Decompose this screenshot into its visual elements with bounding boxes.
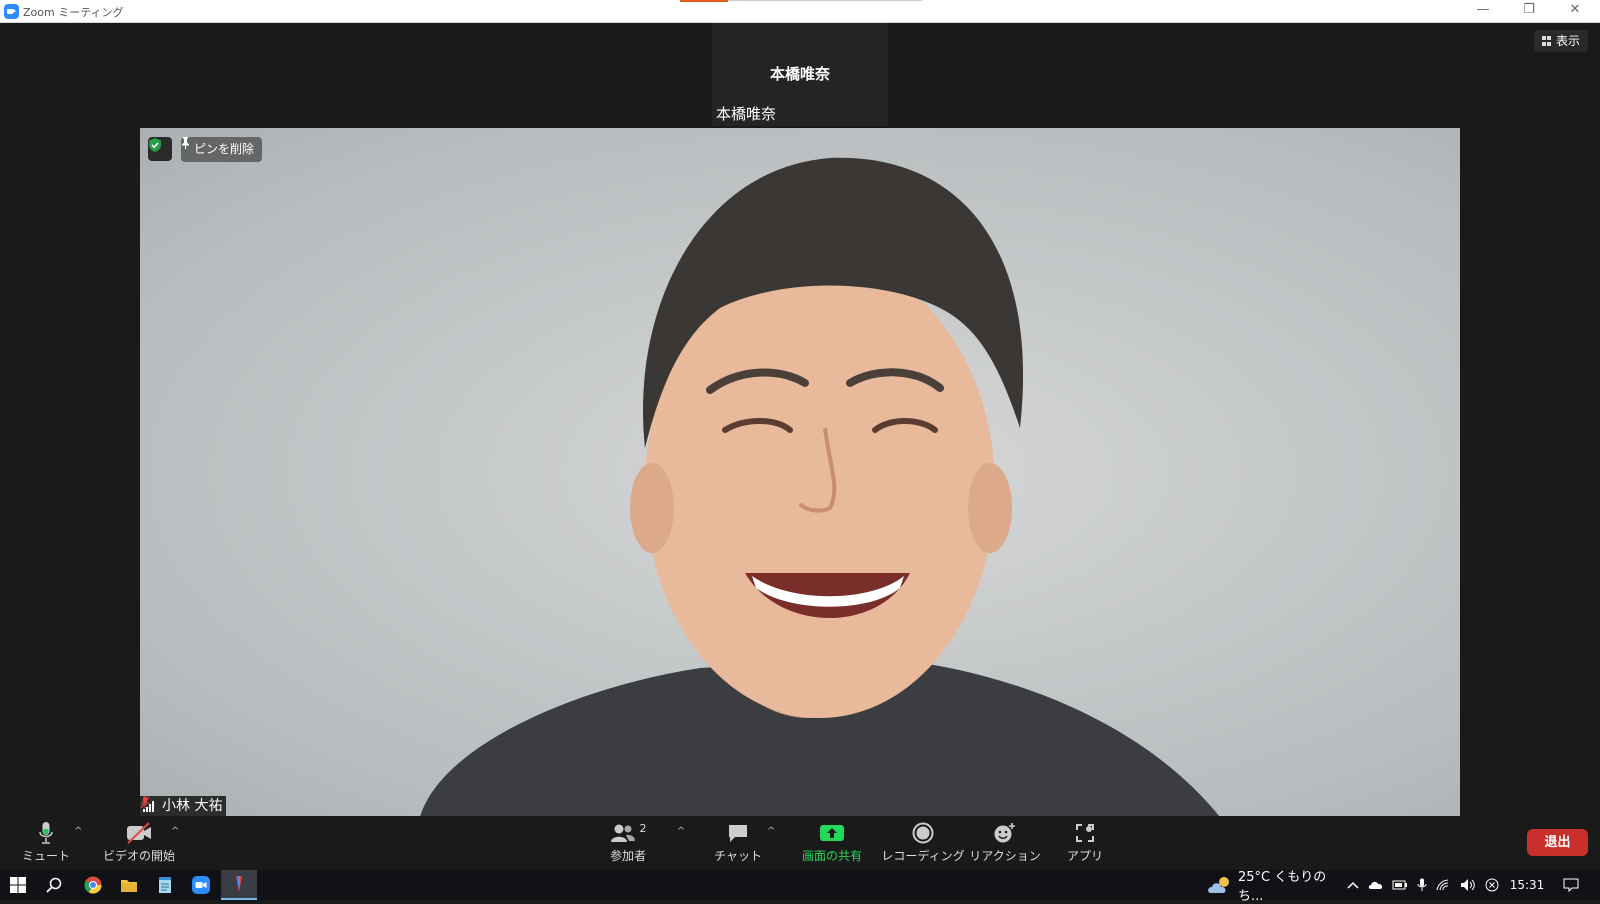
participants-label: 参加者 bbox=[609, 849, 646, 863]
zoom-app-icon bbox=[4, 4, 19, 19]
video-options-caret-icon[interactable]: ^ bbox=[171, 826, 179, 837]
search-icon bbox=[46, 877, 62, 893]
zoom-icon bbox=[192, 876, 210, 894]
video-frame-person bbox=[420, 157, 1220, 817]
participants-options-caret-icon[interactable]: ^ bbox=[677, 826, 685, 837]
minimize-button[interactable]: — bbox=[1460, 0, 1506, 22]
onedrive-cloud-icon[interactable] bbox=[1366, 870, 1386, 900]
meeting-area: 本橋唯奈 本橋唯奈 表示 ピンを削除 小林 大祐 bbox=[0, 23, 1600, 817]
participants-icon: 2 bbox=[610, 820, 647, 846]
view-button[interactable]: 表示 bbox=[1533, 30, 1588, 52]
microphone-icon bbox=[38, 820, 54, 846]
chrome-icon bbox=[84, 876, 102, 894]
participant-tile-label: 本橋唯奈 bbox=[716, 105, 777, 123]
mute-label: ミュート bbox=[22, 849, 71, 863]
participant-name-tag: 小林 大祐 bbox=[140, 796, 227, 817]
share-screen-button[interactable]: 画面の共有 bbox=[800, 820, 864, 864]
notepad-icon bbox=[159, 877, 171, 893]
folder-icon bbox=[121, 880, 137, 892]
taskbar-file-explorer[interactable] bbox=[111, 870, 147, 900]
start-video-label: ビデオの開始 bbox=[103, 849, 176, 863]
battery-icon[interactable] bbox=[1390, 870, 1410, 900]
share-screen-label: 画面の共有 bbox=[801, 849, 862, 863]
apps-icon bbox=[1074, 820, 1096, 846]
participants-count: 2 bbox=[639, 821, 647, 835]
windows-start-button[interactable] bbox=[0, 870, 36, 900]
taskbar-notepad[interactable] bbox=[147, 870, 183, 900]
unpin-label: ピンを削除 bbox=[194, 142, 255, 156]
taskbar-search-button[interactable] bbox=[36, 870, 72, 900]
weather-icon bbox=[1205, 870, 1235, 900]
wifi-icon[interactable] bbox=[1434, 870, 1454, 900]
start-video-button[interactable]: ビデオの開始 bbox=[103, 820, 176, 864]
reactions-button[interactable]: リアクション bbox=[969, 820, 1041, 864]
pen-app-icon bbox=[236, 876, 242, 892]
leave-meeting-button[interactable]: 退出 bbox=[1527, 829, 1588, 856]
audio-options-caret-icon[interactable]: ^ bbox=[74, 826, 82, 837]
smiley-plus-icon bbox=[993, 820, 1017, 846]
mute-button[interactable]: ミュート bbox=[22, 820, 71, 864]
encryption-shield-icon[interactable] bbox=[148, 137, 172, 161]
participant-name: 小林 大祐 bbox=[162, 798, 223, 814]
weather-text[interactable]: 25°C くもりのち... bbox=[1238, 870, 1342, 904]
apps-label: アプリ bbox=[1067, 849, 1104, 863]
record-button[interactable]: レコーディング bbox=[881, 820, 965, 864]
taskbar-zoom[interactable] bbox=[183, 870, 219, 900]
reactions-label: リアクション bbox=[969, 849, 1041, 863]
window-titlebar: Zoom ミーティング — ❐ ✕ bbox=[0, 0, 1600, 23]
chat-label: チャット bbox=[714, 849, 762, 863]
taskbar-chrome[interactable] bbox=[75, 870, 111, 900]
taskbar-clock[interactable]: 15:31 bbox=[1505, 870, 1549, 900]
titlebar-divider bbox=[728, 0, 922, 1]
share-screen-icon bbox=[819, 820, 845, 846]
apps-button[interactable]: アプリ bbox=[1067, 820, 1104, 864]
chat-options-caret-icon[interactable]: ^ bbox=[767, 826, 775, 837]
taskbar-active-app[interactable] bbox=[221, 870, 257, 900]
volume-icon[interactable] bbox=[1458, 870, 1478, 900]
windows-taskbar: 25°C くもりのち... 15:31 bbox=[0, 870, 1600, 904]
participant-tile[interactable]: 本橋唯奈 本橋唯奈 bbox=[712, 23, 888, 126]
participant-tile-name: 本橋唯奈 bbox=[769, 65, 830, 83]
meeting-toolbar: ミュート ^ ビデオの開始 ^ 2 参加者 ^ チャット ^ 画面の共有 レコー… bbox=[0, 816, 1600, 870]
view-button-label: 表示 bbox=[1555, 34, 1580, 48]
restore-button[interactable]: ❐ bbox=[1506, 0, 1552, 22]
close-button[interactable]: ✕ bbox=[1552, 0, 1598, 22]
titlebar-accent bbox=[680, 0, 728, 2]
main-video[interactable]: ピンを削除 小林 大祐 bbox=[140, 128, 1460, 817]
video-off-icon bbox=[125, 820, 153, 846]
tray-chevron-up-icon[interactable] bbox=[1344, 870, 1362, 900]
window-title: Zoom ミーティング bbox=[23, 6, 124, 19]
tray-microphone-icon[interactable] bbox=[1414, 870, 1430, 900]
windows-logo-icon bbox=[10, 877, 26, 893]
record-label: レコーディング bbox=[881, 849, 965, 863]
participants-button[interactable]: 2 参加者 bbox=[606, 820, 650, 864]
unpin-button[interactable]: ピンを削除 bbox=[181, 137, 263, 162]
record-icon bbox=[912, 820, 934, 846]
notifications-icon[interactable] bbox=[1556, 870, 1586, 900]
tray-close-circle-icon[interactable] bbox=[1482, 870, 1502, 900]
chat-bubble-icon bbox=[727, 820, 749, 846]
grid-icon bbox=[1541, 36, 1552, 46]
chat-button[interactable]: チャット bbox=[714, 820, 762, 864]
